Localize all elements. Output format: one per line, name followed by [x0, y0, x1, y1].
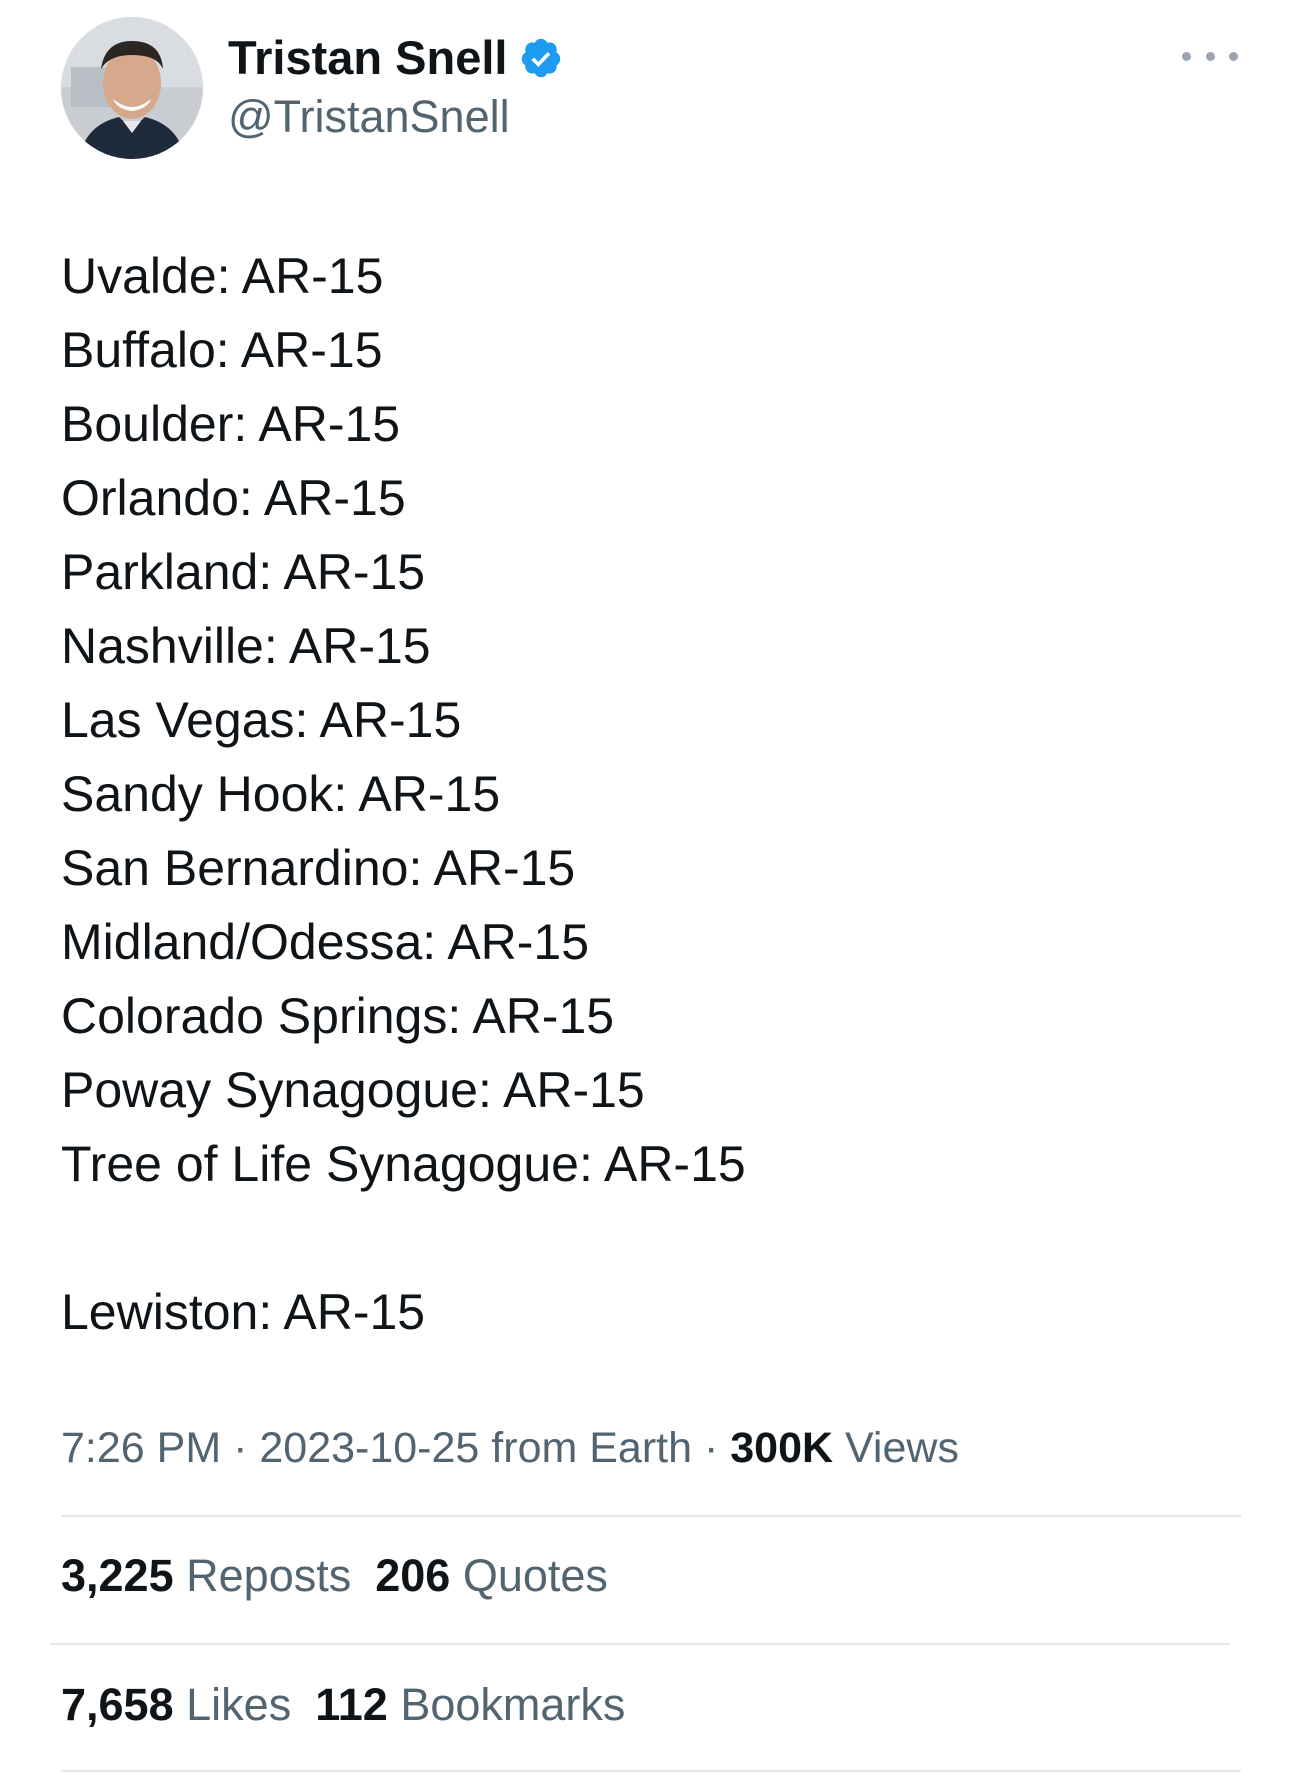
bookmarks-label: Bookmarks: [400, 1679, 626, 1730]
tweet-line: San Bernardino: AR-15: [61, 840, 576, 896]
stats-row-reposts: 3,225 Reposts 206 Quotes: [61, 1548, 632, 1604]
likes-label: Likes: [186, 1679, 292, 1730]
avatar-image: [61, 17, 203, 159]
tweet-line: Buffalo: AR-15: [61, 322, 383, 378]
reposts-stat[interactable]: 3,225 Reposts: [61, 1548, 351, 1604]
reposts-label: Reposts: [186, 1550, 352, 1601]
tweet-text: Uvalde: AR-15 Buffalo: AR-15 Boulder: AR…: [61, 239, 1241, 1349]
views-count: 300K: [730, 1424, 834, 1472]
likes-count: 7,658: [61, 1679, 174, 1730]
divider: [50, 1643, 1230, 1645]
verified-badge-icon[interactable]: [519, 36, 563, 80]
tweet-line: Sandy Hook: AR-15: [61, 766, 501, 822]
tweet-meta: 7:26 PM · 2023-10-25 from Earth · 300K V…: [61, 1420, 959, 1476]
more-dot: [1182, 51, 1191, 61]
likes-stat[interactable]: 7,658 Likes: [61, 1677, 291, 1733]
quotes-count: 206: [375, 1550, 451, 1601]
more-horizontal-icon[interactable]: [1182, 36, 1238, 76]
author-name[interactable]: Tristan Snell: [228, 30, 563, 86]
meta-separator: ·: [233, 1424, 248, 1472]
tweet-date[interactable]: 2023-10-25: [259, 1424, 479, 1472]
views-label: Views: [845, 1424, 959, 1472]
stats-row-likes: 7,658 Likes 112 Bookmarks: [61, 1677, 649, 1733]
more-dot: [1205, 51, 1215, 61]
tweet-line: Boulder: AR-15: [61, 396, 401, 452]
quotes-label: Quotes: [462, 1550, 608, 1601]
tweet-line: Las Vegas: AR-15: [61, 692, 462, 748]
author-name-text: Tristan Snell: [228, 31, 508, 84]
divider: [61, 1515, 1241, 1517]
bookmarks-count: 112: [315, 1679, 388, 1730]
tweet-line: Midland/Odessa: AR-15: [61, 914, 590, 970]
tweet-line: Tree of Life Synagogue: AR-15: [61, 1136, 746, 1192]
tweet-line: Poway Synagogue: AR-15: [61, 1062, 645, 1118]
tweet-line: Colorado Springs: AR-15: [61, 988, 615, 1044]
tweet-source: from Earth: [491, 1424, 693, 1472]
tweet-line: Uvalde: AR-15: [61, 248, 384, 304]
author-handle[interactable]: @TristanSnell: [228, 90, 510, 144]
more-dot: [1229, 51, 1238, 61]
tweet-time[interactable]: 7:26 PM: [61, 1424, 221, 1472]
tweet-line: Orlando: AR-15: [61, 470, 406, 526]
divider: [61, 1770, 1241, 1772]
bookmarks-stat[interactable]: 112 Bookmarks: [315, 1677, 625, 1733]
avatar[interactable]: [61, 17, 203, 159]
tweet-line: Parkland: AR-15: [61, 544, 426, 600]
reposts-count: 3,225: [61, 1550, 174, 1601]
tweet-line-final: Lewiston: AR-15: [61, 1284, 426, 1340]
quotes-stat[interactable]: 206 Quotes: [375, 1548, 608, 1604]
meta-separator: ·: [703, 1424, 719, 1472]
tweet-line: Nashville: AR-15: [61, 618, 431, 674]
